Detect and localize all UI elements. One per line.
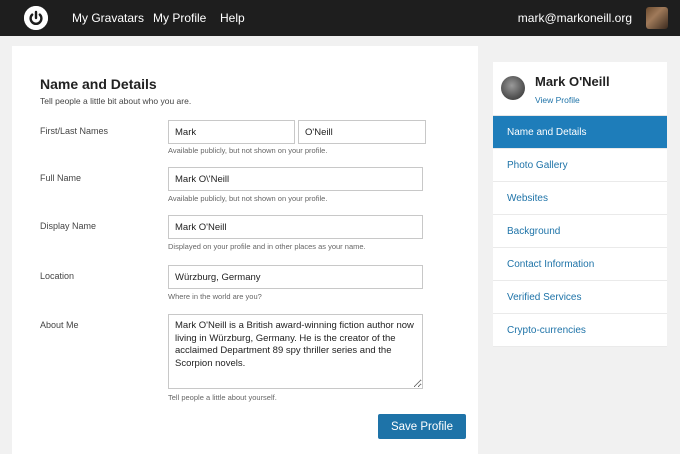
location-input[interactable] bbox=[168, 265, 423, 289]
gravatar-logo-icon[interactable] bbox=[24, 6, 48, 30]
about-me-textarea[interactable]: Mark O'Neill is a British award-winning … bbox=[168, 314, 423, 389]
profile-avatar[interactable] bbox=[501, 76, 525, 100]
nav-my-gravatars[interactable]: My Gravatars bbox=[72, 0, 144, 36]
top-navigation-bar: My Gravatars My Profile Help mark@markon… bbox=[0, 0, 680, 36]
sidebar-profile-card: Mark O'Neill View Profile bbox=[493, 62, 667, 116]
page-title: Name and Details bbox=[40, 76, 157, 92]
last-name-input[interactable] bbox=[298, 120, 426, 144]
location-label: Location bbox=[40, 271, 75, 281]
display-name-input[interactable] bbox=[168, 215, 423, 239]
about-me-hint: Tell people a little about yourself. bbox=[168, 393, 277, 402]
profile-form-panel: Name and Details Tell people a little bi… bbox=[12, 46, 478, 454]
first-last-hint: Available publicly, but not shown on you… bbox=[168, 146, 328, 155]
view-profile-link[interactable]: View Profile bbox=[535, 95, 580, 105]
location-hint: Where in the world are you? bbox=[168, 292, 262, 301]
nav-help[interactable]: Help bbox=[220, 0, 245, 36]
display-name-hint: Displayed on your profile and in other p… bbox=[168, 242, 366, 251]
sidebar-item-background[interactable]: Background bbox=[493, 215, 667, 248]
first-last-label: First/Last Names bbox=[40, 126, 109, 136]
sidebar-item-verified-services[interactable]: Verified Services bbox=[493, 281, 667, 314]
user-email[interactable]: mark@markoneill.org bbox=[518, 0, 632, 36]
full-name-input[interactable] bbox=[168, 167, 423, 191]
user-avatar[interactable] bbox=[646, 7, 668, 29]
sidebar-item-websites[interactable]: Websites bbox=[493, 182, 667, 215]
profile-name: Mark O'Neill bbox=[535, 74, 610, 89]
about-me-label: About Me bbox=[40, 320, 79, 330]
full-name-label: Full Name bbox=[40, 173, 82, 183]
nav-my-profile[interactable]: My Profile bbox=[153, 0, 206, 36]
profile-sidebar: Mark O'Neill View Profile Name and Detai… bbox=[493, 62, 667, 347]
sidebar-item-photo-gallery[interactable]: Photo Gallery bbox=[493, 149, 667, 182]
display-name-label: Display Name bbox=[40, 221, 97, 231]
sidebar-item-name-and-details[interactable]: Name and Details bbox=[493, 116, 667, 149]
first-name-input[interactable] bbox=[168, 120, 295, 144]
full-name-hint: Available publicly, but not shown on you… bbox=[168, 194, 328, 203]
sidebar-item-contact-information[interactable]: Contact Information bbox=[493, 248, 667, 281]
sidebar-item-crypto-currencies[interactable]: Crypto-currencies bbox=[493, 314, 667, 347]
page-subtitle: Tell people a little bit about who you a… bbox=[40, 96, 192, 106]
save-profile-button[interactable]: Save Profile bbox=[378, 414, 466, 439]
